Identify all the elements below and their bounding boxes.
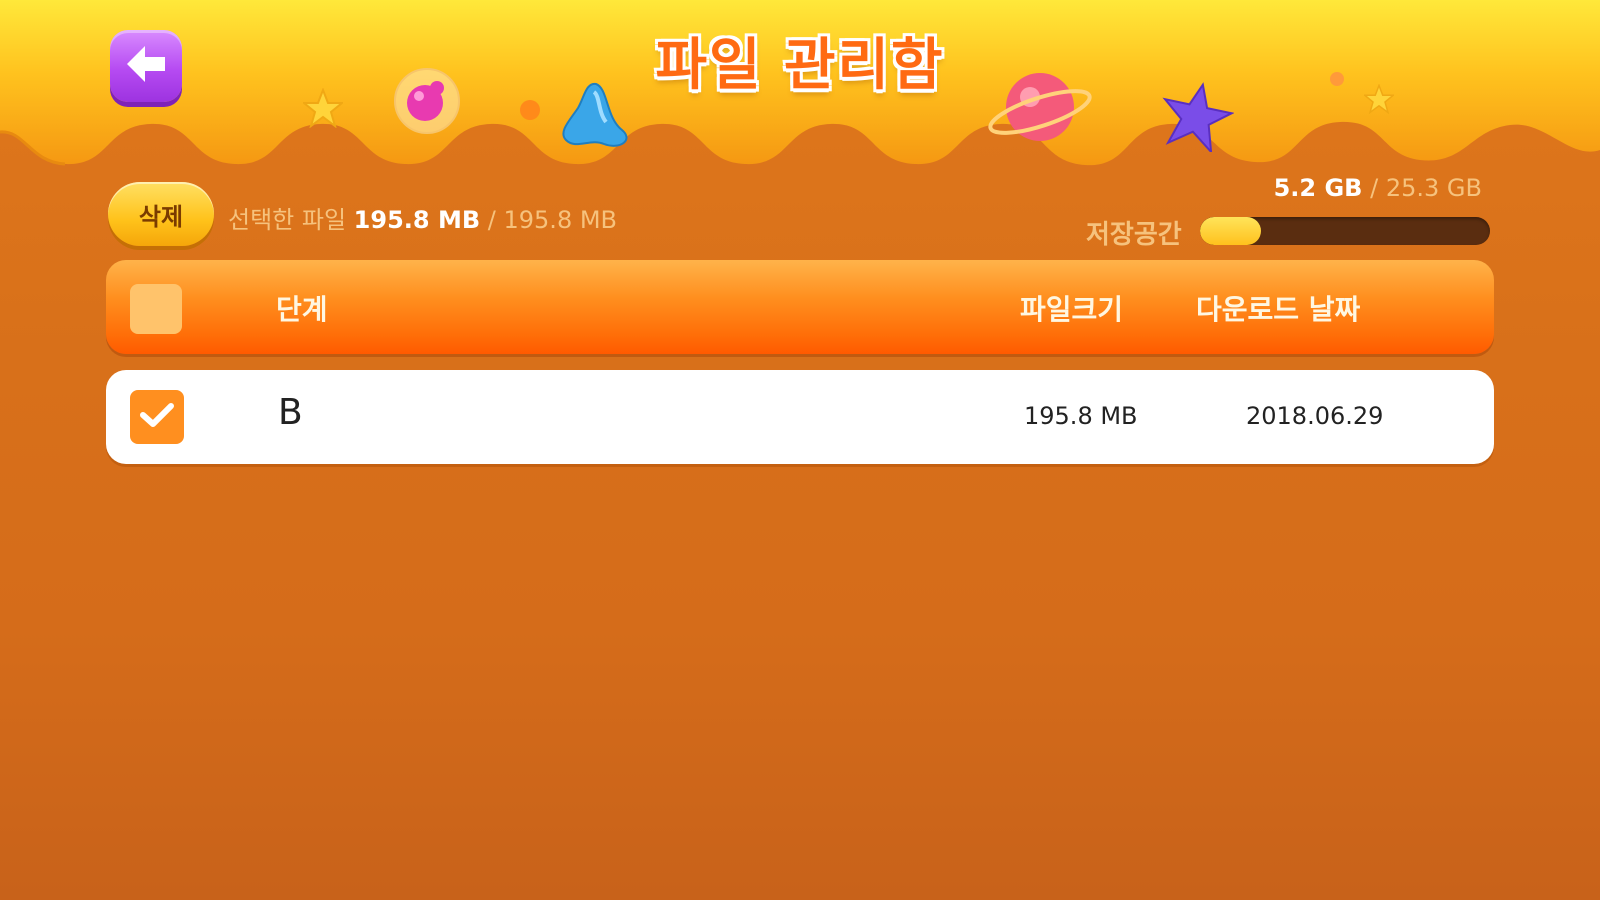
storage-separator: /	[1370, 174, 1379, 202]
back-button[interactable]	[110, 30, 182, 102]
column-header-file-size: 파일크기	[1020, 293, 1124, 326]
storage-progress-fill	[1200, 217, 1261, 245]
selected-files-size: 195.8 MB	[353, 206, 481, 234]
delete-button[interactable]: 삭제	[108, 182, 214, 246]
selected-files-info: 선택한 파일 195.8 MB / 195.8 MB	[228, 200, 617, 235]
select-all-checkbox[interactable]	[130, 284, 182, 334]
row-stage-name: B	[278, 392, 303, 433]
storage-progress-bar	[1200, 217, 1490, 245]
table-header: 단계 파일크기 다운로드 날짜	[106, 260, 1494, 354]
row-checkbox[interactable]	[130, 390, 184, 444]
selected-files-label: 선택한 파일	[228, 206, 347, 234]
arrow-left-icon	[123, 44, 169, 88]
table-row[interactable]: B 195.8 MB 2018.06.29	[106, 370, 1494, 464]
column-header-download-date: 다운로드 날짜	[1196, 293, 1361, 326]
selected-separator: /	[487, 206, 496, 234]
storage-label: 저장공간	[1086, 220, 1182, 250]
page-title: 파일 관리함	[655, 33, 945, 98]
storage-used: 5.2 GB	[1273, 174, 1363, 202]
storage-total: 25.3 GB	[1385, 174, 1482, 202]
row-file-size: 195.8 MB	[1024, 402, 1138, 430]
row-download-date: 2018.06.29	[1246, 402, 1384, 430]
storage-amount: 5.2 GB / 25.3 GB	[1274, 174, 1482, 202]
selected-total-size: 195.8 MB	[503, 206, 618, 234]
checkmark-icon	[140, 402, 174, 432]
column-header-stage: 단계	[276, 293, 328, 326]
